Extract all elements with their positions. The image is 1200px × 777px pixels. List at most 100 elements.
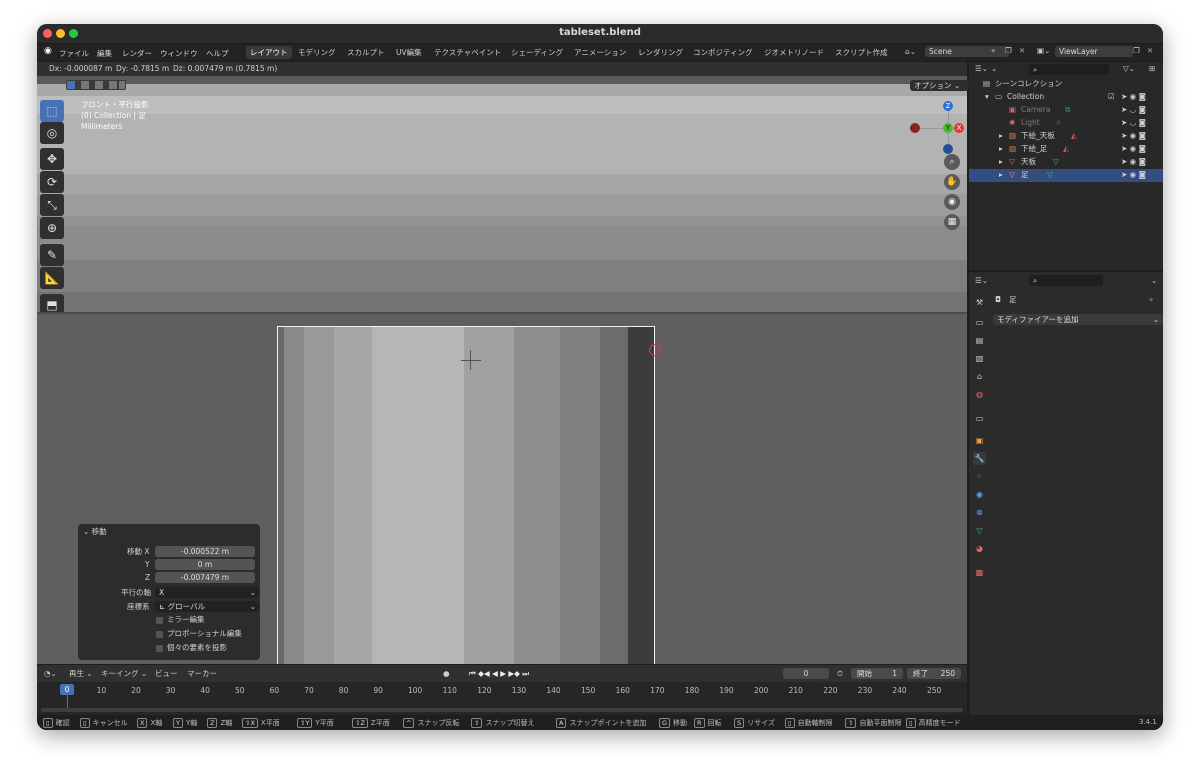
new-collection-icon[interactable]: ⊞ bbox=[1149, 64, 1155, 74]
pan-hand-icon[interactable]: ✋ bbox=[944, 174, 960, 190]
viewlayer-icon[interactable]: ▣⌄ bbox=[1037, 46, 1050, 56]
viewlayer-selector[interactable]: ViewLayer bbox=[1055, 46, 1133, 57]
menu-render[interactable]: レンダー bbox=[122, 48, 152, 59]
tab-sculpt[interactable]: スカルプト bbox=[343, 46, 389, 59]
tool-tab-icon[interactable]: ⚒ bbox=[973, 296, 986, 309]
pin-icon[interactable]: ⌖ bbox=[1149, 295, 1153, 305]
options-dropdown[interactable]: オプション ⌄ bbox=[910, 80, 969, 91]
new-viewlayer-icon[interactable]: ❐ bbox=[1133, 46, 1140, 56]
move-tool-icon[interactable]: ✥ bbox=[40, 148, 64, 170]
marker-menu[interactable]: マーカー bbox=[187, 669, 217, 679]
outliner-scene-collection[interactable]: ▤ シーンコレクション bbox=[969, 78, 1163, 91]
render-tab-icon[interactable]: ▭ bbox=[973, 316, 986, 329]
scene-icon[interactable]: ⌂⌄ bbox=[905, 47, 916, 57]
select-intersect-icon[interactable] bbox=[119, 81, 125, 89]
constraints-tab-icon[interactable]: ⊗ bbox=[973, 506, 986, 519]
rotate-tool-icon[interactable]: ⟳ bbox=[40, 171, 64, 193]
leg-visibility-icons[interactable]: ➤ ◉ ◙ bbox=[1121, 170, 1146, 180]
proportional-checkbox[interactable] bbox=[156, 631, 163, 638]
gizmo-x-icon[interactable]: X bbox=[954, 123, 964, 133]
object-tab-icon[interactable]: ▣ bbox=[973, 434, 986, 447]
playback-menu[interactable]: 再生 ⌄ bbox=[69, 669, 93, 679]
add-modifier-dropdown[interactable]: モディファイアーを追加 ⌄ bbox=[993, 314, 1163, 325]
tab-modeling[interactable]: モデリング bbox=[294, 46, 340, 59]
menu-edit[interactable]: 編集 bbox=[97, 48, 112, 59]
select-invert-icon[interactable] bbox=[109, 81, 117, 89]
start-frame-field[interactable]: 開始 1 bbox=[851, 668, 903, 679]
current-frame-field[interactable]: 0 bbox=[783, 668, 829, 679]
orientation-select[interactable]: ⊾ グローバル ⌄ bbox=[155, 601, 259, 612]
outliner-item-ref-leg[interactable]: ▸ ▨ 下絵_足 ◭ ➤ ◉ ◙ bbox=[969, 143, 1163, 156]
gizmo-neg-x-icon[interactable] bbox=[910, 123, 920, 133]
tab-uv-editing[interactable]: UV編集 bbox=[392, 46, 426, 59]
operator-panel-title[interactable]: ⌄ 移動 bbox=[83, 527, 107, 537]
tabletop-visibility-icons[interactable]: ➤ ◉ ◙ bbox=[1121, 157, 1146, 167]
camera-visibility-icons[interactable]: ➤ ◡ ◙ bbox=[1121, 105, 1146, 115]
outliner-item-tabletop[interactable]: ▸ ▽ 天板 ▽ ➤ ◉ ◙ bbox=[969, 156, 1163, 169]
tab-compositing[interactable]: コンポジティング bbox=[689, 46, 757, 59]
tab-animation[interactable]: アニメーション bbox=[570, 46, 630, 59]
tab-scripting[interactable]: スクリプト作成 bbox=[831, 46, 892, 59]
expand-icon[interactable]: ▸ bbox=[999, 157, 1003, 167]
collection-checkbox-icon[interactable]: ☑ bbox=[1108, 92, 1115, 102]
collection-tab-icon[interactable]: ▭ bbox=[973, 412, 986, 425]
menu-file[interactable]: ファイル bbox=[59, 48, 89, 59]
gizmo-y-icon[interactable]: Y bbox=[943, 123, 953, 133]
tab-rendering[interactable]: レンダリング bbox=[634, 46, 687, 59]
zoom-icon[interactable]: ⌕ bbox=[944, 154, 960, 170]
outliner-search-input[interactable]: ⌕ bbox=[1029, 64, 1109, 75]
view-menu[interactable]: ビュー bbox=[155, 669, 178, 679]
ref-leg-visibility-icons[interactable]: ➤ ◉ ◙ bbox=[1121, 144, 1146, 154]
camera-view-icon[interactable]: ◉ bbox=[944, 194, 960, 210]
move-x-field[interactable]: -0.000522 m bbox=[155, 546, 255, 557]
outliner-item-leg[interactable]: ▸ ▽ 足 ▽ ➤ ◉ ◙ bbox=[969, 169, 1163, 182]
properties-search-input[interactable]: ⌕ bbox=[1029, 275, 1103, 286]
pin-icon[interactable]: ⌖ bbox=[991, 46, 995, 56]
scene-tab-icon[interactable]: ⌂ bbox=[973, 370, 986, 383]
expand-icon[interactable]: ▸ bbox=[999, 144, 1003, 154]
scene-selector[interactable]: Scene bbox=[925, 46, 1009, 57]
particles-tab-icon[interactable]: ⁘ bbox=[973, 470, 986, 483]
measure-tool-icon[interactable]: 📐 bbox=[40, 267, 64, 289]
data-tab-icon[interactable]: ▽ bbox=[973, 524, 986, 537]
modifier-tab-icon[interactable]: 🔧 bbox=[973, 452, 986, 465]
tab-shading[interactable]: シェーディング bbox=[507, 46, 567, 59]
expand-collection-icon[interactable]: ▾ bbox=[985, 92, 989, 102]
outliner-item-light[interactable]: ✺ Light ☼ ➤ ◡ ◙ bbox=[969, 117, 1163, 130]
physics-tab-icon[interactable]: ◉ bbox=[973, 488, 986, 501]
3d-cursor-icon[interactable] bbox=[461, 350, 481, 370]
outliner-display-mode-icon[interactable]: ☰⌄ bbox=[975, 64, 988, 74]
light-visibility-icons[interactable]: ➤ ◡ ◙ bbox=[1121, 118, 1146, 128]
scale-tool-icon[interactable]: ⤡ bbox=[40, 194, 64, 216]
select-subtract-icon[interactable] bbox=[95, 81, 103, 89]
cursor-tool-icon[interactable]: ◎ bbox=[40, 122, 64, 144]
playhead[interactable]: 0 bbox=[60, 684, 74, 695]
menu-window[interactable]: ウィンドウ bbox=[160, 48, 198, 59]
expand-icon[interactable]: ▸ bbox=[999, 131, 1003, 141]
tab-layout[interactable]: レイアウト bbox=[246, 46, 292, 59]
new-scene-icon[interactable]: ❐ bbox=[1005, 46, 1012, 56]
transform-tool-icon[interactable]: ⊕ bbox=[40, 217, 64, 239]
output-tab-icon[interactable]: ▤ bbox=[973, 334, 986, 347]
select-extend-icon[interactable] bbox=[81, 81, 89, 89]
tab-geometry-nodes[interactable]: ジオメトリノード bbox=[760, 46, 828, 59]
outliner-filter-icon[interactable]: ⌄ bbox=[991, 64, 997, 74]
selected-object-outline[interactable] bbox=[277, 326, 655, 664]
outliner-item-camera[interactable]: ▣ Camera ⧉ ➤ ◡ ◙ bbox=[969, 104, 1163, 117]
expand-icon[interactable]: ▸ bbox=[999, 170, 1003, 180]
ref-top-visibility-icons[interactable]: ➤ ◉ ◙ bbox=[1121, 131, 1146, 141]
delete-viewlayer-icon[interactable]: ✕ bbox=[1147, 46, 1153, 56]
outliner-item-ref-top[interactable]: ▸ ▨ 下絵_天板 ◭ ➤ ◉ ◙ bbox=[969, 130, 1163, 143]
select-set-icon[interactable] bbox=[67, 81, 75, 89]
ortho-grid-icon[interactable]: ▦ bbox=[944, 214, 960, 230]
individual-project-checkbox[interactable] bbox=[156, 645, 163, 652]
select-box-tool-icon[interactable]: ⬚ bbox=[40, 100, 64, 122]
properties-options-icon[interactable]: ⌄ bbox=[1151, 276, 1157, 286]
move-y-field[interactable]: 0 m bbox=[155, 559, 255, 570]
blender-logo-icon[interactable]: ◉ bbox=[44, 46, 52, 56]
texture-tab-icon[interactable]: ▩ bbox=[973, 566, 986, 579]
timeline-scrollbar[interactable] bbox=[41, 708, 963, 712]
timeline-editor-icon[interactable]: ◔⌄ bbox=[44, 669, 57, 679]
record-icon[interactable]: ● bbox=[443, 669, 450, 679]
viewport-upper[interactable] bbox=[37, 76, 967, 312]
